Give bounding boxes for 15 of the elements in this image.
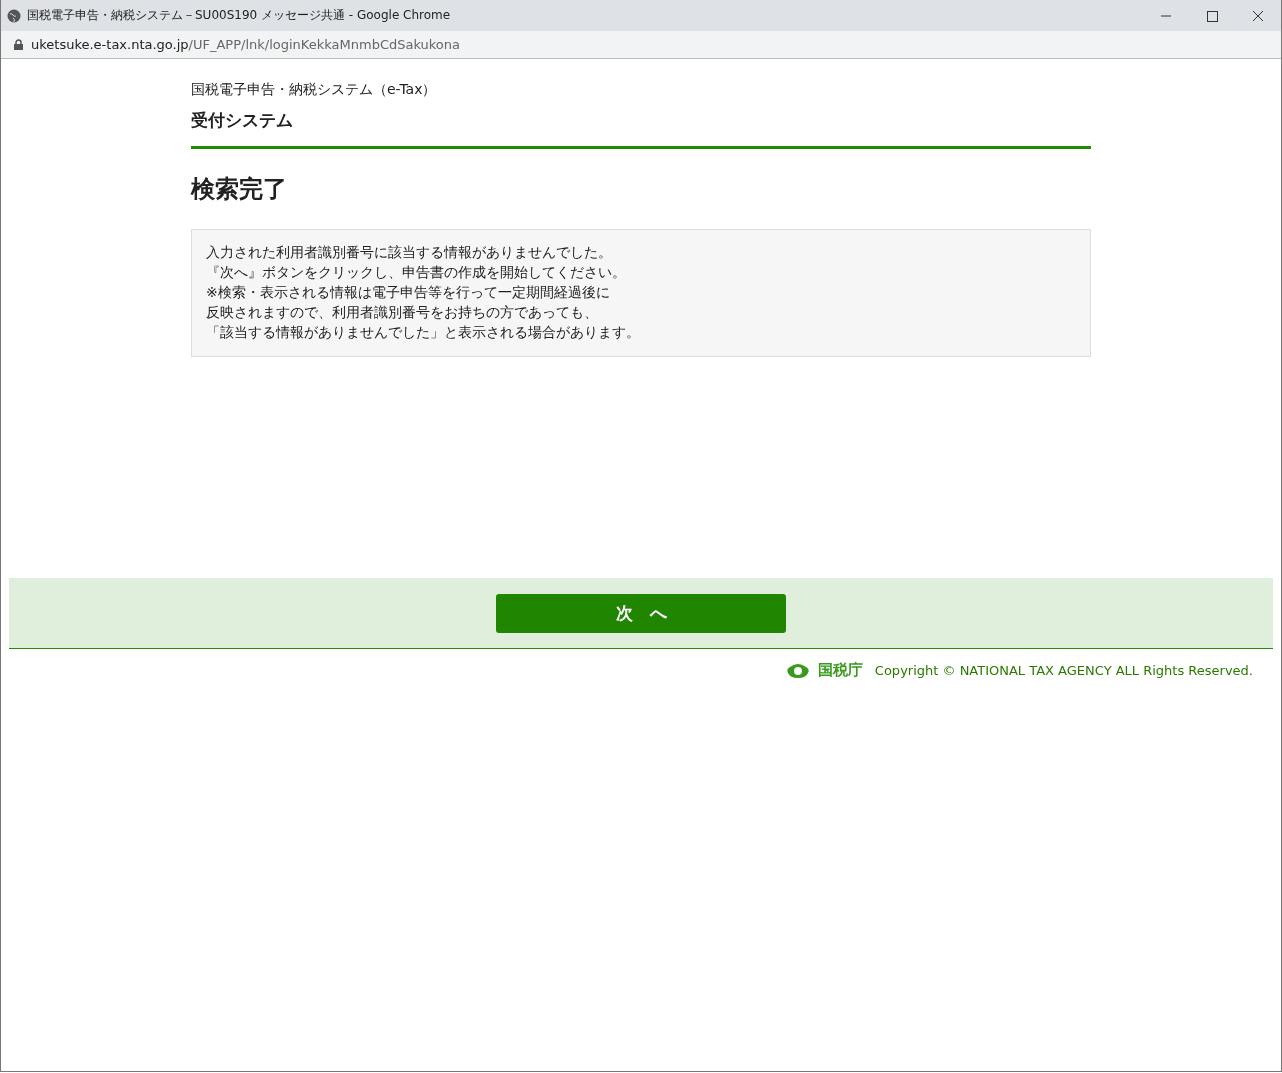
system-subtitle: 受付システム — [191, 109, 1091, 149]
message-line: ※検索・表示される情報は電子申告等を行って一定期間経過後に — [206, 283, 611, 302]
agency-name: 国税庁 — [817, 661, 863, 680]
lock-icon — [14, 39, 23, 50]
message-line: 「該当する情報がありませんでした」と表示される場合があります。 — [206, 323, 641, 342]
next-button[interactable]: 次 へ — [496, 593, 786, 633]
address-bar-url[interactable]: uketsuke.e-tax.nta.go.jp/UF_APP/lnk/loginKekkaMnmbCdSakukona — [31, 37, 461, 52]
page-title: 検索完了 — [191, 174, 288, 205]
message-line: 『次へ』ボタンをクリックし、申告書の作成を開始してください。 — [206, 263, 627, 282]
globe-icon — [7, 8, 21, 23]
message-line: 入力された利用者識別番号に該当する情報がありませんでした。 — [206, 243, 613, 262]
message-line: 反映されますので、利用者識別番号をお持ちの方であっても、 — [206, 303, 599, 322]
copyright-text: Copyright © NATIONAL TAX AGENCY ALL Rights Reserved. — [874, 663, 1253, 678]
window-title: 国税電子申告・納税システム－SU00S190 メッセージ共通 - Google Chrome — [27, 7, 452, 24]
system-name: 国税電子申告・納税システム（e-Tax） — [191, 81, 438, 99]
